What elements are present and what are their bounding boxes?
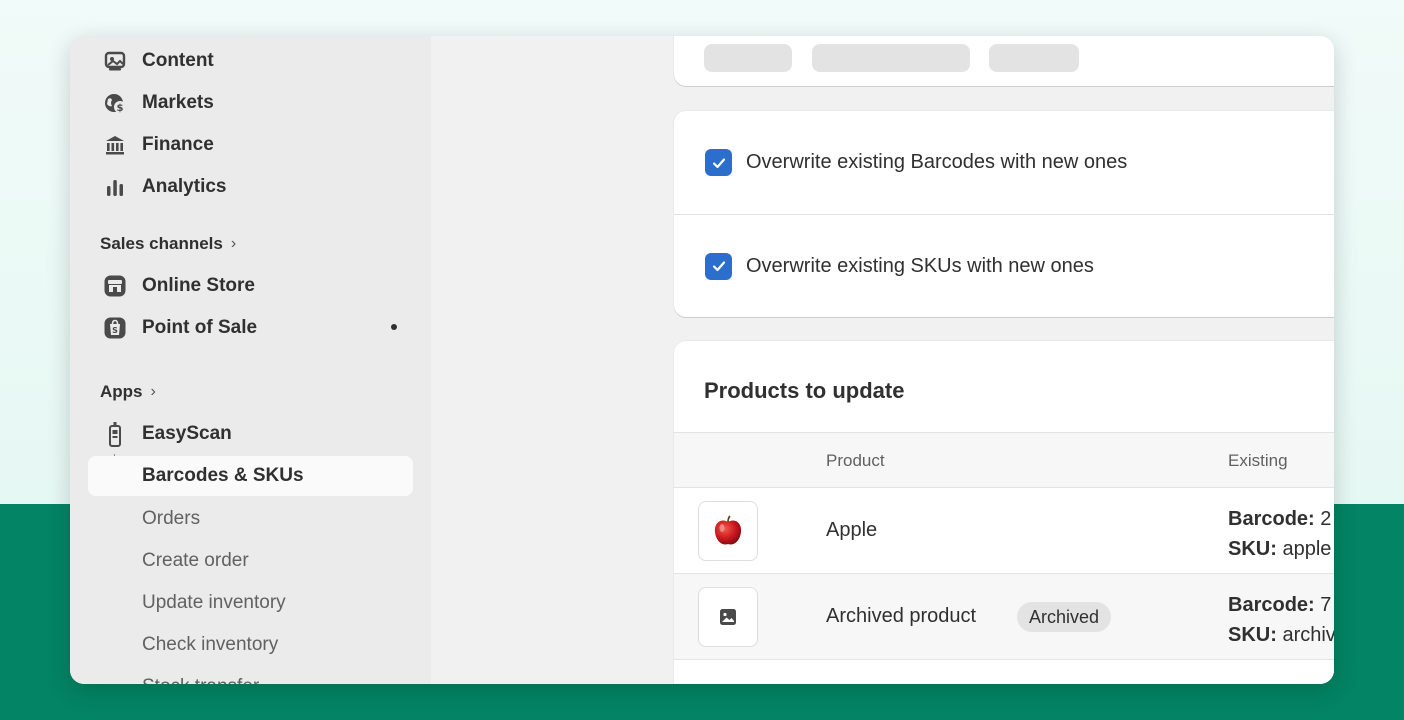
tag-pill[interactable] [704,44,792,72]
tag-pill[interactable] [989,44,1079,72]
overwrite-skus-label: Overwrite existing SKUs with new ones [746,254,1094,277]
existing-values: Barcode: 2 SKU: apple [1228,504,1331,564]
overwrite-barcodes-row[interactable]: Overwrite existing Barcodes with new one… [674,111,1334,214]
sku-value: apple [1282,538,1332,560]
sidebar-subitem-orders[interactable]: Orders [142,508,200,530]
sidebar-item-markets[interactable]: $ Markets [88,83,413,123]
tag-pill[interactable] [812,44,970,72]
sidebar-item-easyscan[interactable]: EasyScan [88,414,413,454]
sku-label: SKU: [1228,624,1277,646]
shopping-bag-icon: S [102,315,128,341]
product-thumbnail [698,587,758,647]
products-title: Products to update [704,378,905,403]
notification-dot [391,324,397,330]
sales-channels-label: Sales channels [100,234,223,253]
sidebar-item-content[interactable]: Content [88,41,413,81]
sidebar-item-point-of-sale[interactable]: S Point of Sale [88,308,413,348]
overwrite-barcodes-checkbox[interactable] [705,149,732,176]
easyscan-icon [102,421,128,447]
sidebar-item-label: Finance [142,134,214,155]
image-placeholder-icon [720,609,736,625]
products-card: Products to update Product Existing Appl… [674,341,1334,684]
column-header-existing: Existing [1228,451,1288,470]
sales-channels-header[interactable]: Sales channels › [100,234,236,254]
barcode-label: Barcode: [1228,508,1315,530]
store-icon [102,273,128,299]
table-header: Product Existing [674,432,1334,488]
barcode-value: 2 [1320,508,1332,530]
overwrite-options-card: Overwrite existing Barcodes with new one… [674,111,1334,317]
sidebar-item-barcodes-skus[interactable]: Barcodes & SKUs [88,456,413,496]
chevron-right-icon: › [150,383,156,400]
barcode-value: 7 [1320,594,1332,616]
sidebar-item-label: Barcodes & SKUs [142,465,304,486]
sidebar-subitem-create-order[interactable]: Create order [142,550,249,572]
column-header-product: Product [826,451,885,470]
sidebar-item-finance[interactable]: Finance [88,125,413,165]
main-content: Overwrite existing Barcodes with new one… [431,36,1334,684]
bar-chart-icon [102,174,128,200]
sku-value: archiv [1282,624,1334,646]
barcode-label: Barcode: [1228,594,1315,616]
checkmark-icon [712,157,725,168]
product-name[interactable]: Apple [826,519,877,542]
status-badge: Archived [1017,602,1112,632]
sidebar-subitem-update-inventory[interactable]: Update inventory [142,592,286,614]
overwrite-skus-row[interactable]: Overwrite existing SKUs with new ones [674,214,1334,317]
sidebar-item-label: EasyScan [142,423,232,444]
apps-header[interactable]: Apps › [100,382,156,402]
sidebar-subitem-stock-transfer[interactable]: Stock transfer [142,676,259,684]
product-thumbnail [698,501,758,561]
sidebar-item-label: Point of Sale [142,317,258,338]
sidebar-item-label: Online Store [142,275,255,296]
table-row[interactable]: Archived product Archived Barcode: 7 SKU… [674,574,1334,660]
sidebar-item-label: Analytics [142,176,227,197]
sidebar-item-label: Markets [142,92,214,113]
sku-label: SKU: [1228,538,1277,560]
sidebar-subitem-check-inventory[interactable]: Check inventory [142,634,278,656]
checkmark-icon [712,261,725,272]
product-name[interactable]: Archived product [826,605,976,628]
svg-text:$: $ [117,103,124,114]
sidebar-item-online-store[interactable]: Online Store [88,266,413,306]
svg-text:S: S [112,326,118,335]
sidebar: Content $ Markets Finance Analytics Sale… [70,36,431,684]
apps-label: Apps [100,382,143,401]
apple-image [714,515,742,545]
existing-values: Barcode: 7 SKU: archiv [1228,590,1334,650]
overwrite-skus-checkbox[interactable] [705,252,732,280]
bank-icon [102,132,128,158]
app-window: Content $ Markets Finance Analytics Sale… [70,36,1334,684]
globe-dollar-icon: $ [102,90,128,116]
overwrite-barcodes-label: Overwrite existing Barcodes with new one… [746,151,1128,173]
sidebar-item-analytics[interactable]: Analytics [88,167,413,207]
content-icon [102,48,128,74]
top-card [674,36,1334,86]
sidebar-item-label: Content [142,50,214,71]
chevron-right-icon: › [230,235,237,252]
table-row[interactable]: Apple Barcode: 2 SKU: apple [674,488,1334,574]
